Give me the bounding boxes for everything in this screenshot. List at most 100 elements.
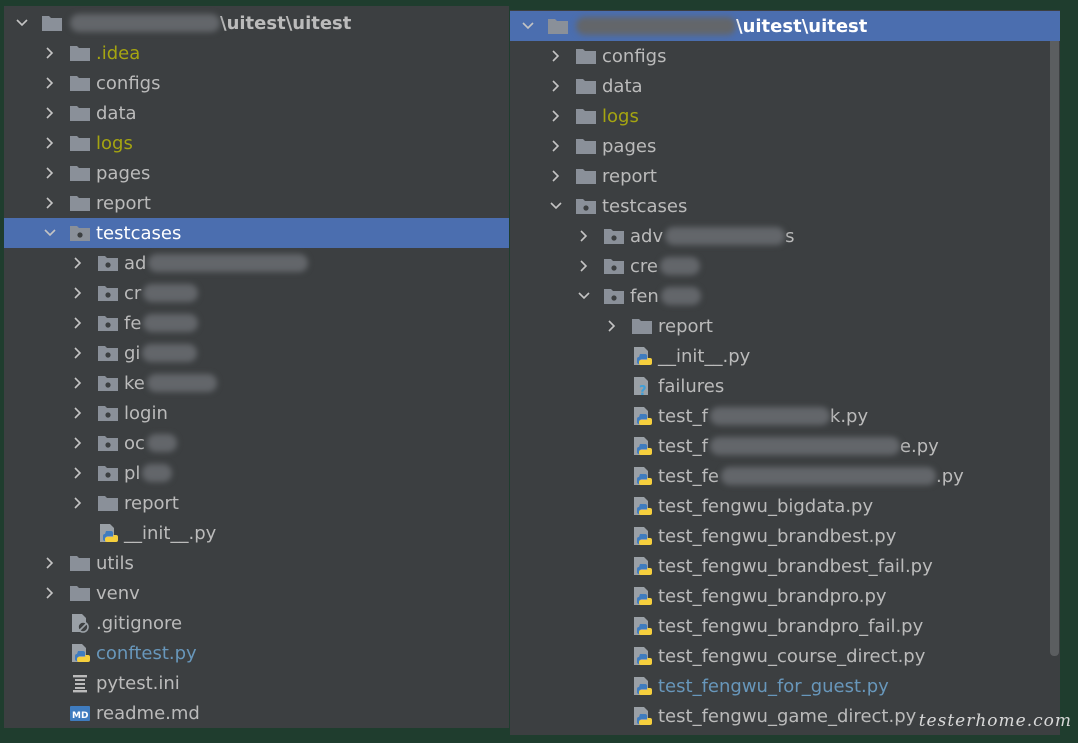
tree-row-adv[interactable]: adv s	[510, 221, 1060, 251]
chevron-right-icon[interactable]	[40, 193, 60, 213]
chevron-right-icon[interactable]	[40, 103, 60, 123]
tree-row-conftest-py[interactable]: conftest.py	[4, 638, 509, 668]
tree-row-pages[interactable]: pages	[4, 158, 509, 188]
chevron-right-icon[interactable]	[574, 256, 594, 276]
tree-row-failures[interactable]: ? failures	[510, 371, 1060, 401]
redacted-text	[665, 227, 786, 245]
tree-row-test-fengwu-brandbest-fail-py[interactable]: test_fengwu_brandbest_fail.py	[510, 551, 1060, 581]
chevron-right-icon[interactable]	[68, 283, 88, 303]
chevron-right-icon[interactable]	[40, 553, 60, 573]
tree-row-idea[interactable]: .idea	[4, 38, 509, 68]
tree-row-ke[interactable]: ke	[4, 368, 509, 398]
tree-row-gi[interactable]: gi	[4, 338, 509, 368]
chevron-down-icon[interactable]	[574, 286, 594, 306]
chevron-down-icon[interactable]	[518, 16, 538, 36]
chevron-right-icon[interactable]	[68, 373, 88, 393]
tree-row-test-fengwu-brandpro-py[interactable]: test_fengwu_brandpro.py	[510, 581, 1060, 611]
tree-row-test-fengwu-bigdata-py[interactable]: test_fengwu_bigdata.py	[510, 491, 1060, 521]
tree-row-logs[interactable]: logs	[510, 101, 1060, 131]
left-project-tree: \uitest\uitest .idea configs data logs pages r…	[4, 6, 509, 728]
tree-row-fe[interactable]: fe	[4, 308, 509, 338]
chevron-down-icon[interactable]	[546, 196, 566, 216]
tree-row-label: report	[124, 492, 179, 514]
tree-row-ad[interactable]: ad	[4, 248, 509, 278]
chevron-down-icon[interactable]	[40, 223, 60, 243]
tree-row-report[interactable]: report	[4, 488, 509, 518]
redacted-text	[146, 374, 217, 392]
chevron-right-icon[interactable]	[40, 583, 60, 603]
tree-row-label: testcases	[602, 195, 688, 217]
tree-row-logs[interactable]: logs	[4, 128, 509, 158]
tree-row-label: fen	[630, 285, 659, 307]
chevron-right-icon[interactable]	[40, 163, 60, 183]
tree-row-uitest-uitest[interactable]: \uitest\uitest	[510, 11, 1060, 41]
tree-row-label: venv	[96, 582, 140, 604]
tree-row-test-fengwu-course-direct-py[interactable]: test_fengwu_course_direct.py	[510, 641, 1060, 671]
tree-row-label-suffix: .py	[935, 465, 964, 487]
tree-row-readme-md[interactable]: MD readme.md	[4, 698, 509, 728]
tree-row-venv[interactable]: venv	[4, 578, 509, 608]
tree-row-pages[interactable]: pages	[510, 131, 1060, 161]
python-file-icon	[630, 465, 654, 487]
chevron-right-icon[interactable]	[68, 463, 88, 483]
chevron-right-icon[interactable]	[68, 493, 88, 513]
tree-row-test-f[interactable]: test_f k.py	[510, 401, 1060, 431]
tree-row-configs[interactable]: configs	[510, 41, 1060, 71]
tree-row-label: configs	[602, 45, 667, 67]
folder-icon	[630, 315, 654, 337]
tree-row-configs[interactable]: configs	[4, 68, 509, 98]
chevron-right-icon[interactable]	[40, 73, 60, 93]
tree-row-label-suffix: k.py	[829, 405, 869, 427]
tree-row-report[interactable]: report	[510, 161, 1060, 191]
python-file-icon	[630, 525, 654, 547]
chevron-right-icon[interactable]	[68, 433, 88, 453]
tree-row-cre[interactable]: cre	[510, 251, 1060, 281]
tree-row-test-fe[interactable]: test_fe .py	[510, 461, 1060, 491]
python-file-icon	[630, 495, 654, 517]
tree-row-gitignore[interactable]: .gitignore	[4, 608, 509, 638]
chevron-right-icon[interactable]	[546, 136, 566, 156]
chevron-right-icon[interactable]	[68, 403, 88, 423]
tree-row-login[interactable]: login	[4, 398, 509, 428]
redacted-text	[709, 437, 900, 455]
tree-row-oc[interactable]: oc	[4, 428, 509, 458]
tree-row-utils[interactable]: utils	[4, 548, 509, 578]
chevron-right-icon[interactable]	[602, 316, 622, 336]
chevron-right-icon[interactable]	[68, 253, 88, 273]
tree-row-label: __init__.py	[124, 522, 217, 544]
tree-row-label: pages	[96, 162, 151, 184]
tree-row-init-py[interactable]: __init__.py	[4, 518, 509, 548]
tree-row-pl[interactable]: pl	[4, 458, 509, 488]
python-file-icon	[68, 642, 92, 664]
chevron-right-icon[interactable]	[546, 46, 566, 66]
tree-row-fen[interactable]: fen	[510, 281, 1060, 311]
folder-icon	[68, 162, 92, 184]
chevron-right-icon[interactable]	[574, 226, 594, 246]
package-folder-icon	[602, 285, 626, 307]
tree-row-test-fengwu-for-guest-py[interactable]: test_fengwu_for_guest.py	[510, 671, 1060, 701]
chevron-right-icon[interactable]	[40, 133, 60, 153]
chevron-right-icon[interactable]	[546, 166, 566, 186]
tree-row-pytest-ini[interactable]: pytest.ini	[4, 668, 509, 698]
chevron-right-icon[interactable]	[68, 313, 88, 333]
tree-row-test-fengwu-brandpro-fail-py[interactable]: test_fengwu_brandpro_fail.py	[510, 611, 1060, 641]
folder-icon	[574, 45, 598, 67]
tree-row-report[interactable]: report	[510, 311, 1060, 341]
tree-row-testcases[interactable]: testcases	[510, 191, 1060, 221]
tree-row-report[interactable]: report	[4, 188, 509, 218]
chevron-right-icon[interactable]	[546, 76, 566, 96]
tree-row-data[interactable]: data	[4, 98, 509, 128]
chevron-right-icon[interactable]	[40, 43, 60, 63]
tree-row-test-f[interactable]: test_f e.py	[510, 431, 1060, 461]
tree-row-test-fengwu-brandbest-py[interactable]: test_fengwu_brandbest.py	[510, 521, 1060, 551]
tree-row-data[interactable]: data	[510, 71, 1060, 101]
folder-icon	[96, 492, 120, 514]
tree-row-uitest-uitest[interactable]: \uitest\uitest	[4, 8, 509, 38]
tree-row-init-py[interactable]: __init__.py	[510, 341, 1060, 371]
chevron-down-icon[interactable]	[12, 13, 32, 33]
chevron-right-icon[interactable]	[68, 343, 88, 363]
tree-row-cr[interactable]: cr	[4, 278, 509, 308]
tree-row-testcases[interactable]: testcases	[4, 218, 509, 248]
chevron-right-icon[interactable]	[546, 106, 566, 126]
unknown-file-icon: ?	[630, 375, 654, 397]
